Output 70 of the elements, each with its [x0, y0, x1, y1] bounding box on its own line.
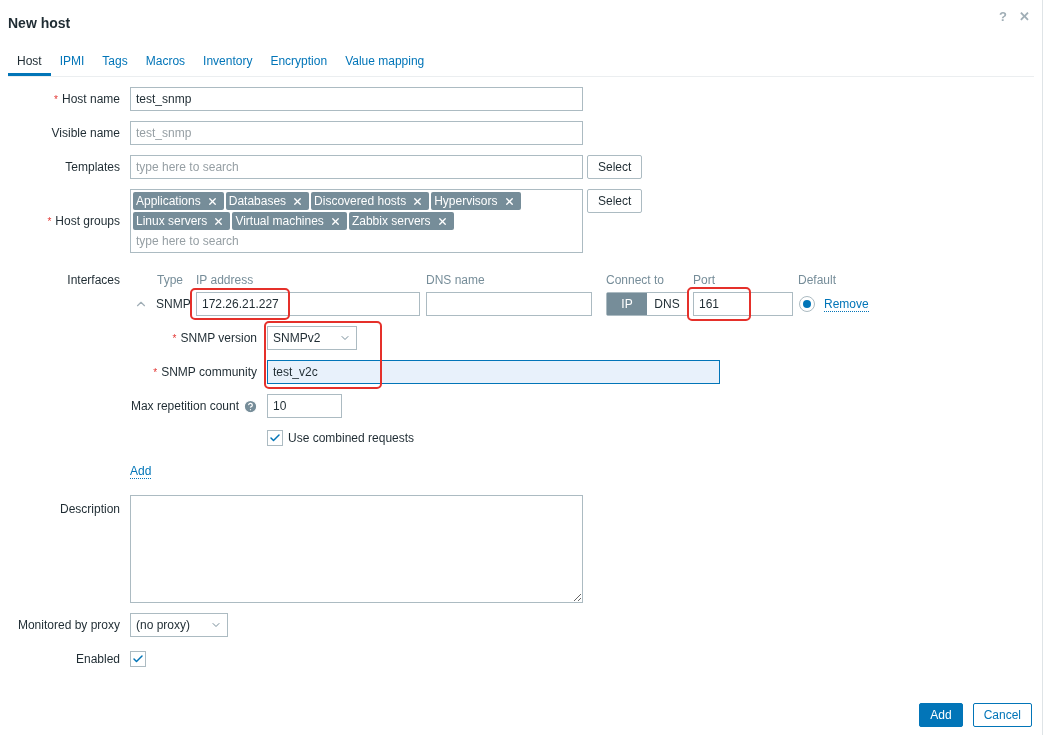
remove-icon[interactable] [206, 195, 218, 207]
check-icon [269, 432, 281, 444]
group-tag: Virtual machines [232, 212, 347, 230]
tab[interactable]: Host [8, 52, 51, 76]
help-icon[interactable] [243, 398, 258, 414]
group-tag: Linux servers [133, 212, 231, 230]
field-label: Host groups [55, 213, 120, 230]
required-asterisk: * [172, 331, 177, 346]
check-icon [132, 653, 144, 665]
remove-icon[interactable] [213, 215, 225, 227]
text-field[interactable]: test_snmp [130, 87, 583, 111]
field-label: SNMP community [161, 364, 257, 381]
ip-address-field[interactable]: 172.26.21.227 [196, 292, 420, 316]
version-select[interactable]: SNMPv2 [267, 326, 357, 350]
field-label: Host name [61, 91, 120, 108]
remove-icon[interactable] [503, 195, 515, 207]
remove-icon[interactable] [436, 215, 448, 227]
field-label: Monitored by proxy [17, 617, 120, 634]
field-label: Templates [65, 159, 120, 176]
column-header: Type [157, 272, 184, 287]
field-label: Visible name [51, 125, 120, 142]
multiselect-field[interactable]: Applications Databases Discovered hosts Hypervisors Linux servers Virtual machines Zabbix servers type here to search [130, 189, 583, 253]
select-button[interactable]: Select [587, 189, 643, 213]
column-header: Port [693, 272, 716, 287]
column-header: IP address [196, 272, 255, 287]
search-placeholder: type here to search [135, 233, 240, 250]
remove-icon[interactable] [412, 195, 424, 207]
tab[interactable]: Macros [136, 52, 195, 76]
select-button[interactable]: Select [587, 155, 643, 179]
required-asterisk: * [153, 365, 158, 380]
add-button[interactable]: Add [919, 703, 963, 727]
text-field[interactable]: 10 [267, 394, 342, 418]
group-tag: Zabbix servers [348, 212, 454, 230]
column-header: DNS name [426, 272, 486, 287]
checkbox[interactable] [267, 430, 283, 446]
connect-toggle[interactable]: IP [607, 293, 647, 315]
remove-link[interactable]: Remove [824, 296, 869, 312]
checkbox[interactable] [130, 651, 146, 667]
group-tag: Discovered hosts [311, 192, 430, 210]
field-label: Max repetition count [130, 398, 239, 415]
search-field[interactable]: type here to search [130, 155, 583, 179]
interface-type: SNMP [156, 296, 192, 313]
group-tag: Databases [225, 192, 310, 210]
port-field[interactable]: 161 [693, 292, 793, 316]
tab[interactable]: Inventory [194, 52, 262, 76]
description-field[interactable] [130, 495, 583, 603]
field-label: Interfaces [67, 272, 120, 289]
tab[interactable]: Encryption [261, 52, 337, 76]
proxy-select[interactable]: (no proxy) [130, 613, 228, 637]
dialog-title: New host [8, 13, 71, 33]
community-field[interactable]: test_v2c [267, 360, 720, 384]
column-header: Default [798, 272, 837, 287]
dns-name-field[interactable] [426, 292, 592, 316]
field-label: Description [59, 501, 120, 518]
required-asterisk: * [54, 92, 58, 107]
tab[interactable]: IPMI [50, 52, 94, 76]
remove-icon[interactable] [292, 195, 304, 207]
checkbox-label: Use combined requests [288, 430, 415, 447]
cancel-button[interactable]: Cancel [972, 703, 1032, 727]
column-header: Connect to [606, 272, 666, 287]
group-tag: Hypervisors [431, 192, 521, 210]
group-tag: Applications [133, 192, 224, 210]
text-field[interactable]: test_snmp [130, 121, 583, 145]
add-link[interactable]: Add [130, 464, 152, 479]
field-label: SNMP version [180, 330, 257, 347]
field-label: Enabled [75, 651, 120, 668]
tab[interactable]: Tags [93, 52, 137, 76]
required-asterisk: * [47, 214, 52, 229]
tab[interactable]: Value mapping [336, 52, 434, 76]
remove-icon[interactable] [329, 215, 341, 227]
